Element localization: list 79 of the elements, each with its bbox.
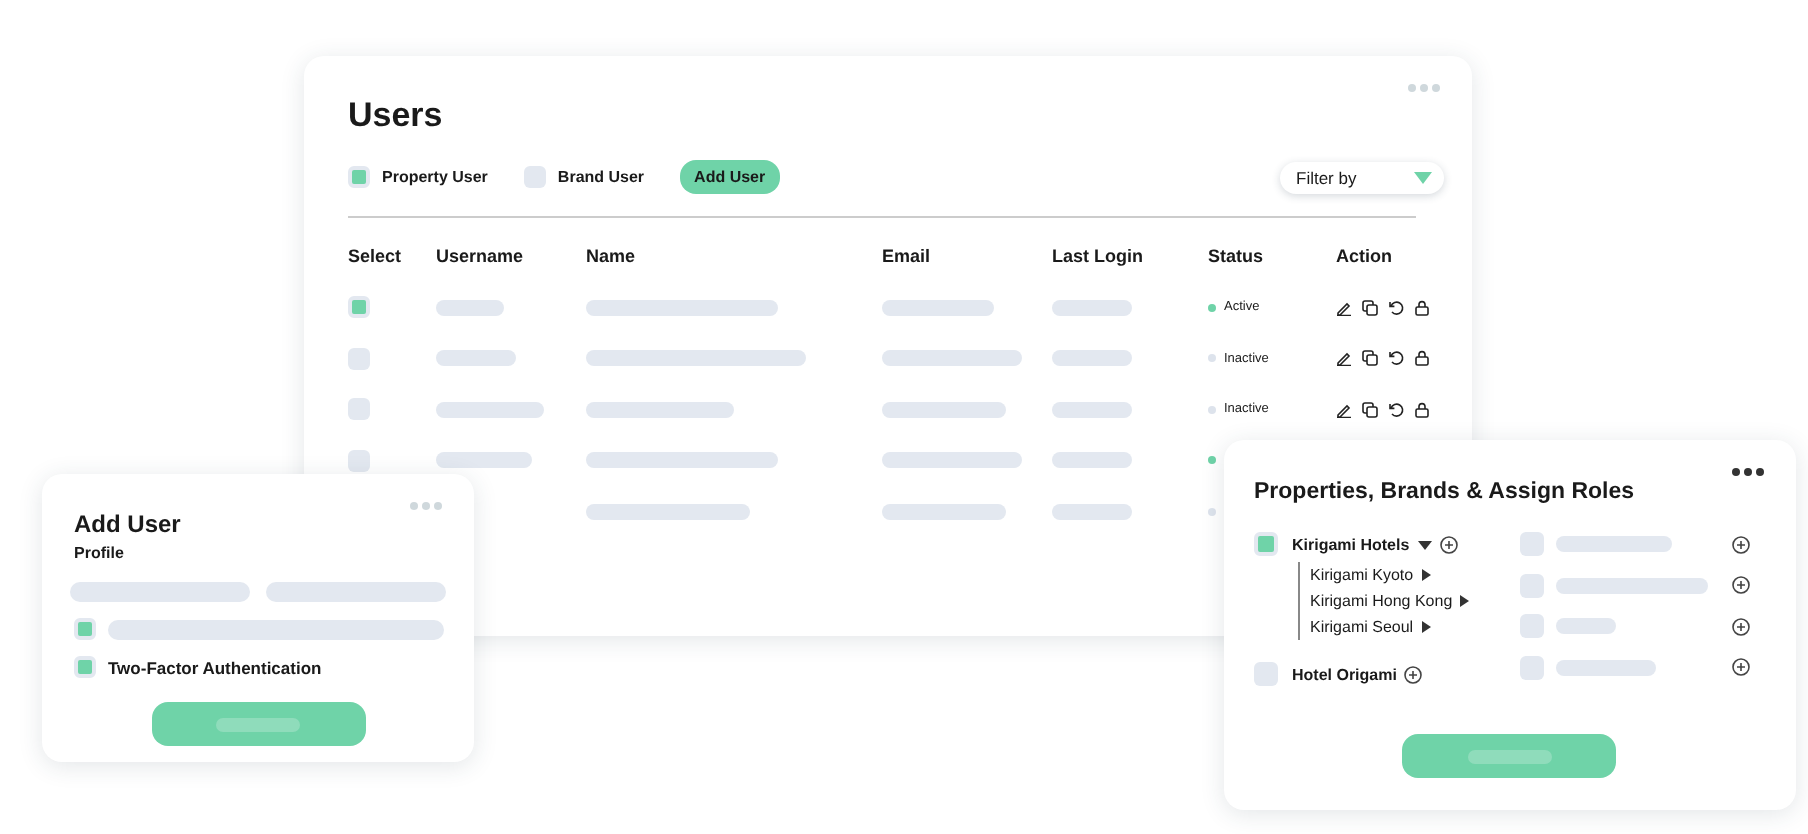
placeholder-bar bbox=[1052, 503, 1132, 520]
caret-icon bbox=[1414, 171, 1432, 183]
placeholder-bar bbox=[882, 401, 1006, 418]
add-circle-icon[interactable] bbox=[1404, 665, 1423, 683]
column-header: Status bbox=[1208, 246, 1266, 270]
column-header: Action bbox=[1336, 246, 1394, 270]
placeholder-bar bbox=[1052, 401, 1132, 418]
property-name[interactable]: Hotel Origami bbox=[1292, 665, 1397, 683]
add-circle-icon[interactable] bbox=[1732, 617, 1750, 635]
lock-icon[interactable] bbox=[1414, 299, 1430, 316]
filter-dropdown[interactable]: Filter by bbox=[1280, 161, 1444, 193]
copy-icon[interactable] bbox=[1362, 299, 1378, 316]
checkbox[interactable] bbox=[1520, 614, 1544, 638]
placeholder-bar bbox=[1556, 536, 1672, 552]
undo-icon[interactable] bbox=[1388, 350, 1404, 367]
placeholder-bar bbox=[436, 452, 532, 469]
more-icon[interactable] bbox=[1732, 468, 1764, 476]
input-field[interactable] bbox=[266, 582, 446, 602]
placeholder-bar bbox=[1052, 299, 1132, 316]
placeholder-bar bbox=[436, 350, 516, 367]
filter-label: Property User bbox=[382, 168, 488, 186]
caret-icon[interactable] bbox=[1419, 620, 1432, 634]
add-circle-icon[interactable] bbox=[1439, 535, 1458, 553]
caret-icon[interactable] bbox=[1417, 537, 1432, 551]
placeholder-bar bbox=[436, 401, 544, 418]
column-header: Name bbox=[586, 246, 638, 270]
placeholder-bar bbox=[882, 350, 1022, 367]
column-header: Username bbox=[436, 246, 526, 270]
filter-label: Brand User bbox=[557, 168, 645, 186]
property-name[interactable]: Kirigami Hotels bbox=[1292, 535, 1410, 553]
edit-icon[interactable] bbox=[1336, 401, 1352, 418]
checkbox[interactable] bbox=[1254, 662, 1278, 686]
row-checkbox[interactable] bbox=[348, 347, 370, 370]
undo-icon[interactable] bbox=[1388, 299, 1404, 316]
card-title: Properties, Brands & Assign Roles bbox=[1254, 480, 1637, 504]
placeholder-bar bbox=[436, 299, 504, 316]
card-title: Add User bbox=[74, 510, 183, 538]
placeholder-bar bbox=[882, 452, 1022, 469]
checkbox[interactable] bbox=[523, 166, 546, 188]
copy-icon[interactable] bbox=[1362, 350, 1378, 367]
copy-icon[interactable] bbox=[1362, 401, 1378, 418]
lock-icon[interactable] bbox=[1414, 350, 1430, 367]
property-name[interactable]: Kirigami Kyoto bbox=[1310, 566, 1414, 584]
add-circle-icon[interactable] bbox=[1732, 658, 1750, 676]
placeholder-bar bbox=[1556, 659, 1656, 675]
checkbox[interactable] bbox=[1254, 532, 1278, 556]
undo-icon[interactable] bbox=[1388, 401, 1404, 418]
edit-icon[interactable] bbox=[1336, 350, 1352, 367]
checkbox[interactable] bbox=[348, 166, 370, 188]
checkbox[interactable] bbox=[1520, 532, 1544, 556]
checkbox[interactable] bbox=[1520, 573, 1544, 597]
column-header: Select bbox=[348, 246, 404, 270]
edit-icon[interactable] bbox=[1336, 299, 1352, 316]
row-checkbox[interactable] bbox=[348, 296, 370, 319]
add-circle-icon[interactable] bbox=[1732, 576, 1750, 594]
placeholder-bar bbox=[882, 503, 1006, 520]
row-checkbox[interactable] bbox=[348, 449, 370, 472]
column-header: Email bbox=[882, 246, 933, 270]
caret-icon[interactable] bbox=[1458, 594, 1471, 608]
placeholder-bar bbox=[1052, 452, 1132, 469]
property-name[interactable]: Kirigami Seoul bbox=[1310, 618, 1414, 636]
dropdown-label: Filter by bbox=[1296, 167, 1357, 187]
option-label: Two-Factor Authentication bbox=[108, 657, 322, 677]
row-checkbox[interactable] bbox=[348, 398, 370, 421]
property-name[interactable]: Kirigami Hong Kong bbox=[1310, 592, 1453, 610]
section-label: Profile bbox=[74, 544, 126, 562]
checkbox[interactable] bbox=[74, 618, 96, 640]
column-header: Last Login bbox=[1052, 246, 1145, 270]
lock-icon[interactable] bbox=[1414, 401, 1430, 418]
caret-icon[interactable] bbox=[1419, 568, 1432, 582]
placeholder-bar bbox=[1556, 618, 1616, 634]
checkbox[interactable] bbox=[1520, 655, 1544, 679]
input-field[interactable] bbox=[70, 582, 250, 602]
placeholder-bar bbox=[1052, 350, 1132, 367]
placeholder-bar bbox=[882, 299, 994, 316]
checkbox[interactable] bbox=[74, 656, 96, 678]
card-title: Users bbox=[348, 96, 445, 136]
add-circle-icon[interactable] bbox=[1732, 535, 1750, 553]
add-user-button[interactable]: Add User bbox=[680, 160, 780, 194]
